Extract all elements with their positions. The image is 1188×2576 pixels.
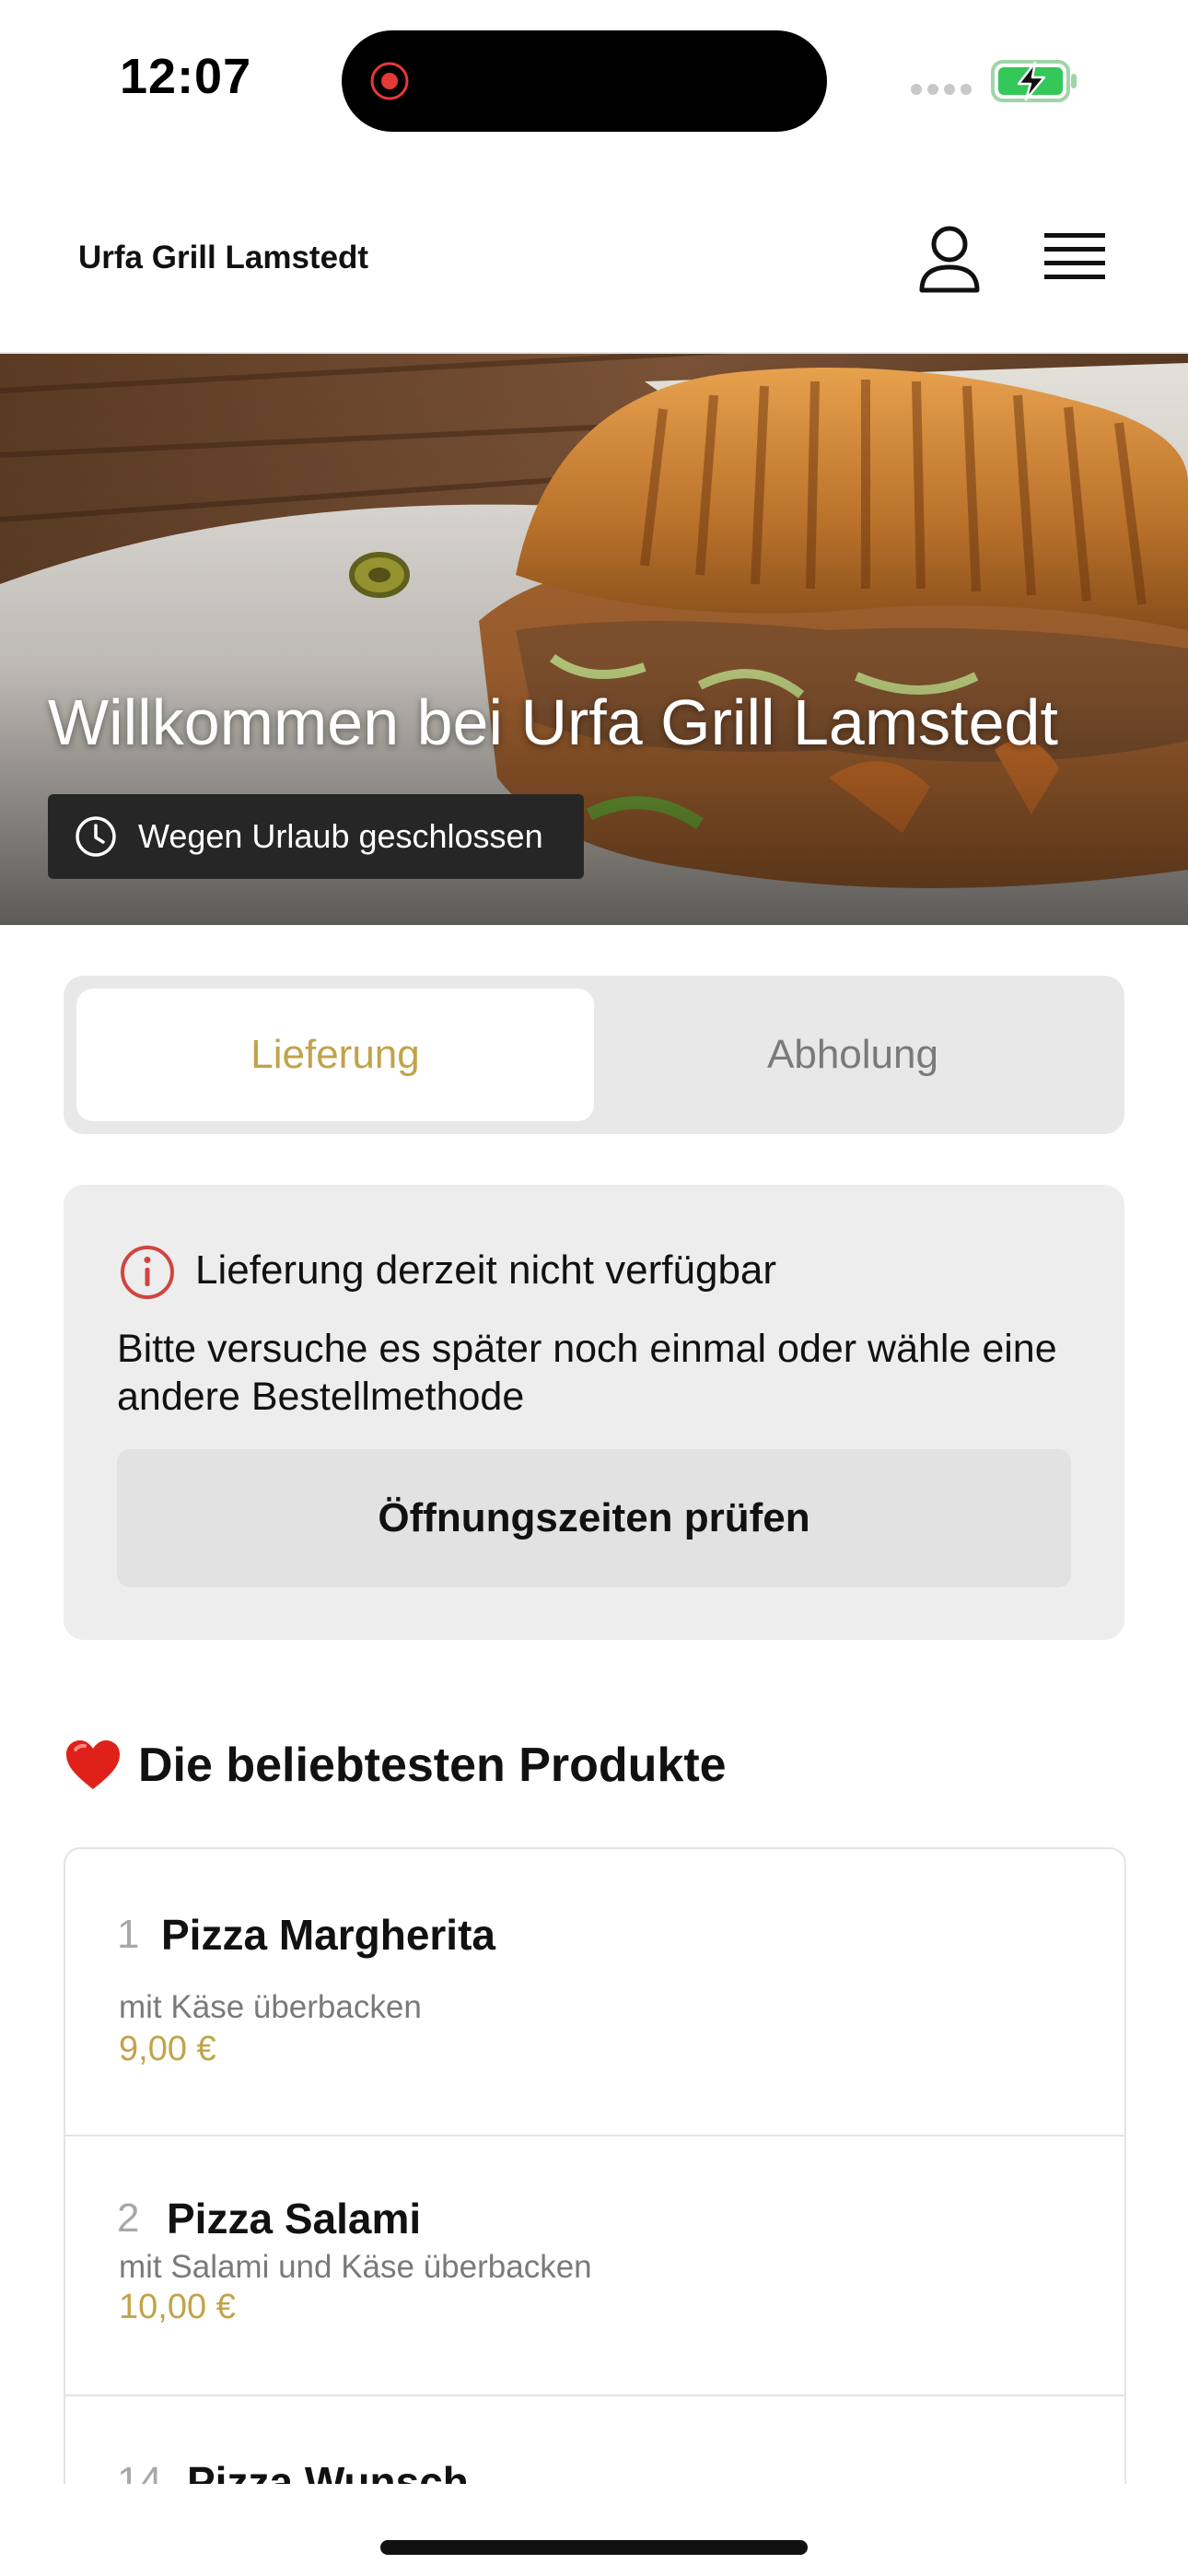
bottom-safe-area	[0, 2484, 1188, 2576]
hero-title: Willkommen bei Urfa Grill Lamstedt	[48, 686, 1058, 758]
dynamic-island	[342, 30, 827, 132]
info-icon	[121, 1246, 174, 1299]
product-description: mit Salami und Käse überbacken	[119, 2249, 592, 2285]
closed-status-badge: Wegen Urlaub geschlossen	[48, 794, 584, 879]
recording-indicator-icon	[370, 62, 409, 100]
cellular-signal-icon	[911, 84, 972, 95]
clock-icon	[76, 816, 116, 857]
product-list: 1 Pizza Margherita mit Käse überbacken 9…	[64, 1847, 1126, 2576]
user-icon[interactable]	[917, 225, 982, 295]
notice-title: Lieferung derzeit nicht verfügbar	[195, 1247, 777, 1293]
product-name: Pizza Margherita	[161, 1911, 495, 1959]
list-item[interactable]: 2 Pizza Salami mit Salami und Käse überb…	[65, 2135, 1124, 2395]
heart-icon	[66, 1740, 120, 1789]
product-number: 2	[117, 2195, 140, 2241]
home-indicator[interactable]	[380, 2540, 808, 2555]
tab-pickup[interactable]: Abholung	[594, 989, 1112, 1121]
brand-name[interactable]: Urfa Grill Lamstedt	[78, 240, 368, 276]
closed-status-text: Wegen Urlaub geschlossen	[138, 817, 543, 855]
hero-banner: Willkommen bei Urfa Grill Lamstedt Wegen…	[0, 354, 1188, 925]
status-time: 12:07	[120, 49, 252, 104]
check-opening-hours-button[interactable]: Öffnungszeiten prüfen	[117, 1449, 1071, 1587]
product-price: 10,00 €	[119, 2288, 236, 2326]
menu-icon[interactable]	[1044, 230, 1105, 286]
status-bar: 12:07	[0, 0, 1188, 166]
delivery-unavailable-notice: Lieferung derzeit nicht verfügbar Bitte …	[64, 1185, 1124, 1640]
tab-delivery[interactable]: Lieferung	[76, 989, 594, 1121]
product-price: 9,00 €	[119, 2030, 216, 2068]
app-screen: 12:07 Urfa Grill Lamstedt Willkommen bei…	[0, 0, 1188, 2576]
section-title: Die beliebtesten Produkte	[138, 1739, 727, 1792]
battery-charging-icon	[991, 60, 1077, 102]
product-description: mit Käse überbacken	[119, 1989, 422, 2025]
list-item[interactable]: 1 Pizza Margherita mit Käse überbacken 9…	[65, 1849, 1124, 2135]
app-header: Urfa Grill Lamstedt	[0, 184, 1188, 354]
notice-text: Bitte versuche es später noch einmal ode…	[117, 1327, 1057, 1419]
order-mode-switch: Lieferung Abholung	[64, 976, 1124, 1134]
popular-products-heading: Die beliebtesten Produkte	[64, 1738, 727, 1793]
product-name: Pizza Salami	[167, 2195, 422, 2242]
product-number: 1	[117, 1912, 140, 1957]
